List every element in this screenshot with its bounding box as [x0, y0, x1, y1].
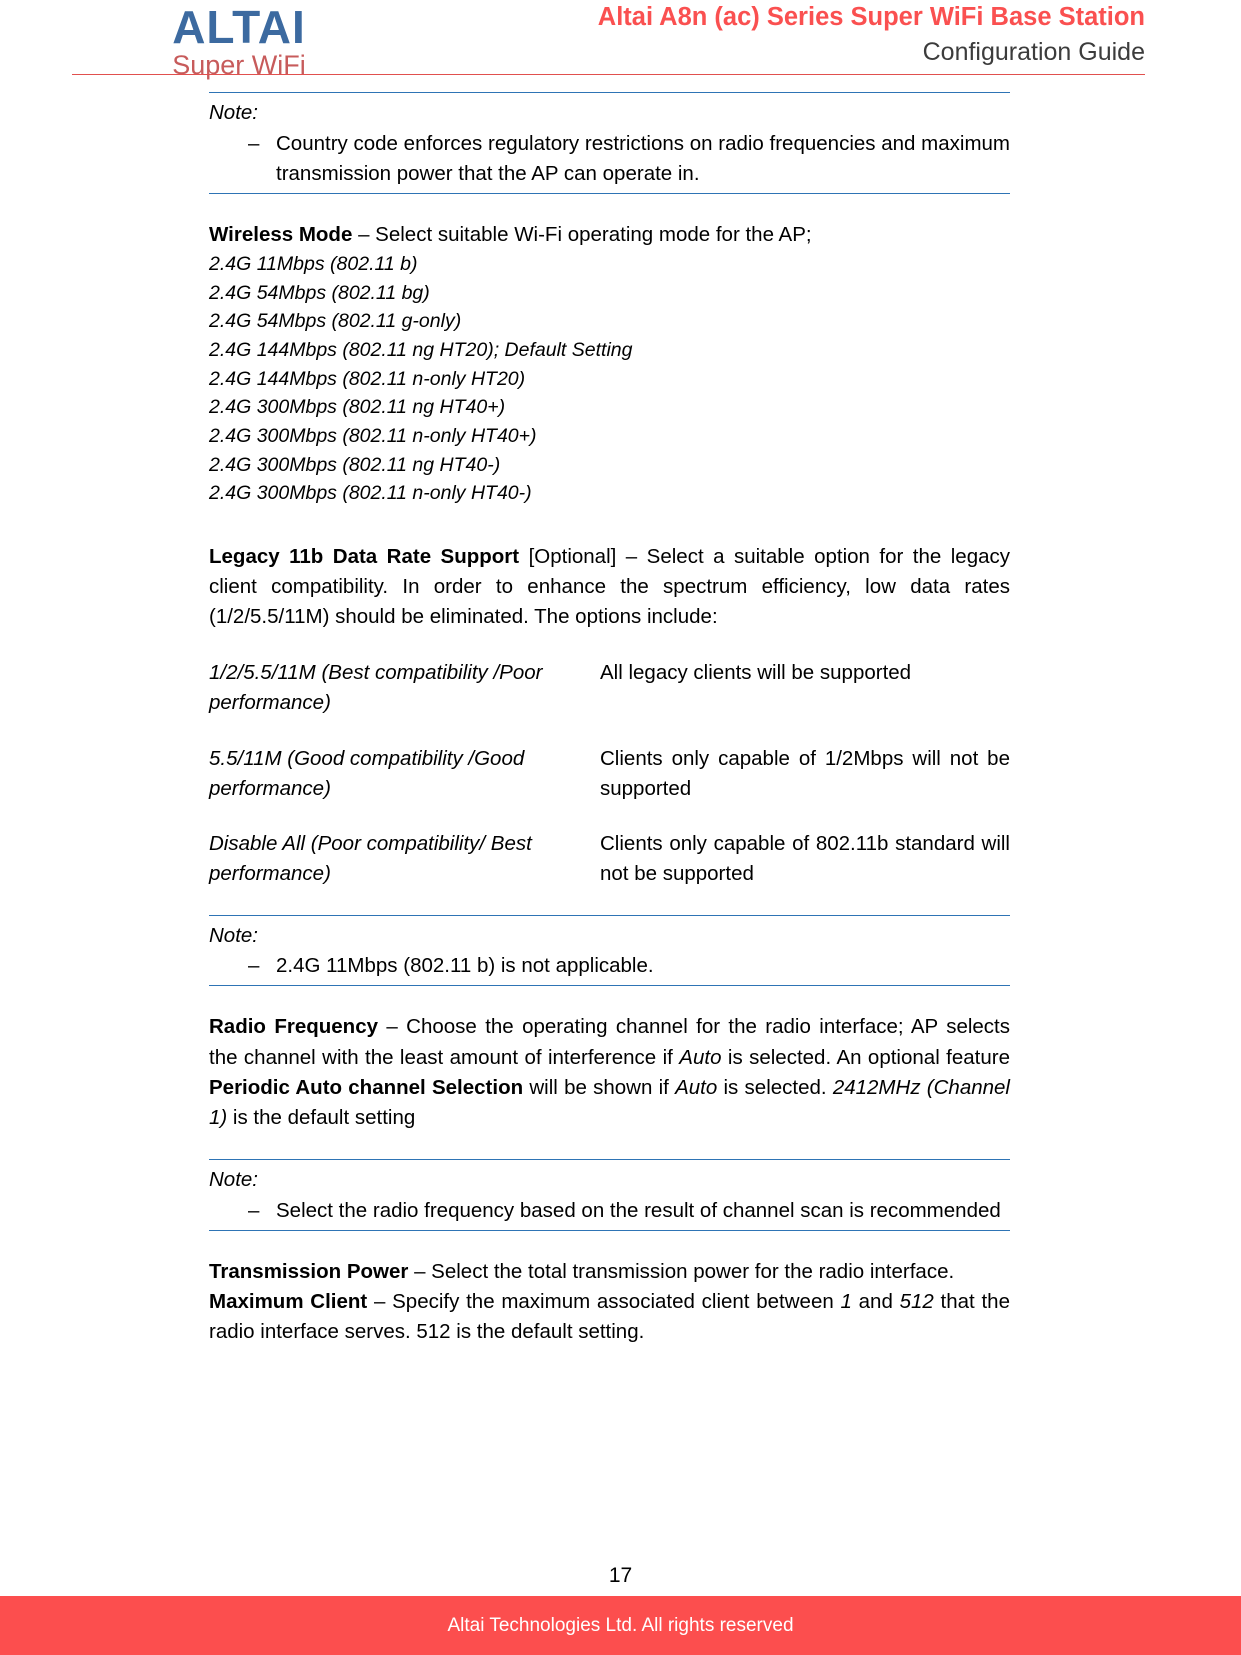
note-block-channel-scan: Note: – Select the radio frequency based…: [209, 1158, 1010, 1231]
maximum-client-max: 512: [899, 1289, 934, 1313]
radio-frequency-paragraph: Radio Frequency – Choose the operating c…: [209, 1012, 1010, 1133]
maximum-client-term: Maximum Client: [209, 1289, 368, 1313]
list-item: 2.4G 300Mbps (802.11 n-only HT40+): [209, 425, 537, 447]
wireless-mode-description: – Select suitable Wi-Fi operating mode f…: [352, 222, 812, 246]
note-item-text: Country code enforces regulatory restric…: [276, 131, 1010, 185]
option-name: Disable All (Poor compatibility/ Best pe…: [209, 832, 532, 885]
list-item: 2.4G 300Mbps (802.11 n-only HT40-): [209, 482, 532, 505]
list-item: 2.4G 54Mbps (802.11 g-only): [209, 310, 462, 333]
transmission-power-description: – Select the total transmission power fo…: [408, 1259, 955, 1283]
radio-frequency-text-5: is the default setting: [227, 1105, 416, 1129]
page-content: Note: – Country code enforces regulatory…: [209, 92, 1010, 1347]
altai-logo: ALTAI Super WiFi: [104, 4, 374, 79]
note-list-item: – 2.4G 11Mbps (802.11 b) is not applicab…: [209, 951, 1010, 981]
note-label: Note:: [209, 923, 258, 947]
wireless-mode-term: Wireless Mode: [209, 222, 353, 246]
bullet-dash-icon: –: [248, 1198, 260, 1222]
table-row: Disable All (Poor compatibility/ Best pe…: [209, 829, 1010, 888]
note-block-11mbps: Note: – 2.4G 11Mbps (802.11 b) is not ap…: [209, 914, 1010, 987]
footer-copyright: Altai Technologies Ltd. All rights reser…: [447, 1614, 794, 1636]
maximum-client-paragraph: Maximum Client – Specify the maximum ass…: [209, 1287, 1010, 1347]
wireless-mode-list: 2.4G 11Mbps (802.11 b) 2.4G 54Mbps (802.…: [209, 250, 1010, 508]
option-effect: Clients only capable of 1/2Mbps will not…: [600, 746, 1010, 800]
legacy-options-table: 1/2/5.5/11M (Best compatibility /Poor pe…: [209, 658, 1010, 888]
wireless-mode-paragraph: Wireless Mode – Select suitable Wi-Fi op…: [209, 220, 1010, 250]
list-item: 2.4G 300Mbps (802.11 ng HT40+): [209, 396, 506, 419]
document-title: Altai A8n (ac) Series Super WiFi Base St…: [597, 3, 1145, 31]
legacy-11b-optional: [Optional]: [519, 544, 617, 568]
list-item: 2.4G 300Mbps (802.11 ng HT40-): [209, 453, 501, 476]
bullet-dash-icon: –: [248, 954, 260, 978]
table-row: 1/2/5.5/11M (Best compatibility /Poor pe…: [209, 658, 1010, 743]
periodic-auto-channel-feature: Periodic Auto channel Selection: [209, 1075, 524, 1099]
note-list-item: – Select the radio frequency based on th…: [209, 1196, 1010, 1226]
note-list-item: – Country code enforces regulatory restr…: [209, 129, 1010, 189]
radio-frequency-text-4: is selected.: [717, 1075, 833, 1099]
table-row: 5.5/11M (Good compatibility /Good perfor…: [209, 744, 1010, 829]
legacy-11b-paragraph: Legacy 11b Data Rate Support [Optional] …: [209, 542, 1010, 632]
transmission-power-paragraph: Transmission Power – Select the total tr…: [209, 1257, 1010, 1287]
note-block-country-code: Note: – Country code enforces regulatory…: [209, 92, 1010, 194]
option-name: 5.5/11M (Good compatibility /Good perfor…: [209, 746, 525, 800]
page-header: ALTAI Super WiFi Altai A8n (ac) Series S…: [0, 0, 1241, 86]
header-divider: [72, 74, 1145, 75]
list-item: 2.4G 144Mbps (802.11 ng HT20); Default S…: [209, 339, 633, 362]
radio-frequency-text-3: will be shown if: [523, 1075, 676, 1099]
radio-frequency-term: Radio Frequency: [209, 1015, 378, 1039]
document-subtitle: Configuration Guide: [922, 37, 1145, 66]
transmission-power-term: Transmission Power: [209, 1259, 409, 1283]
option-name: 1/2/5.5/11M (Best compatibility /Poor pe…: [209, 661, 543, 715]
maximum-client-text-2: and: [851, 1289, 900, 1313]
list-item: 2.4G 54Mbps (802.11 bg): [209, 281, 430, 304]
radio-frequency-text-2: is selected. An optional feature: [721, 1045, 1010, 1069]
maximum-client-min: 1: [840, 1289, 852, 1313]
note-label: Note:: [209, 101, 258, 124]
footer-bar: Altai Technologies Ltd. All rights reser…: [0, 1596, 1241, 1655]
auto-value-1: Auto: [679, 1045, 722, 1069]
option-effect: Clients only capable of 802.11b standard…: [600, 832, 1010, 885]
page-number: 17: [608, 1564, 633, 1587]
option-effect: All legacy clients will be supported: [600, 661, 912, 685]
note-item-text: 2.4G 11Mbps (802.11 b) is not applicable…: [276, 954, 654, 978]
note-item-text: Select the radio frequency based on the …: [276, 1198, 1001, 1222]
maximum-client-text-1: – Specify the maximum associated client …: [367, 1289, 841, 1313]
list-item: 2.4G 11Mbps (802.11 b): [209, 253, 418, 276]
note-label: Note:: [209, 1167, 258, 1191]
header-titles: Altai A8n (ac) Series Super WiFi Base St…: [598, 2, 1145, 68]
legacy-11b-term: Legacy 11b Data Rate Support: [209, 544, 520, 568]
bullet-dash-icon: –: [248, 131, 260, 155]
logo-wordmark: ALTAI: [172, 1, 306, 53]
auto-value-2: Auto: [675, 1075, 718, 1099]
list-item: 2.4G 144Mbps (802.11 n-only HT20): [209, 367, 526, 390]
